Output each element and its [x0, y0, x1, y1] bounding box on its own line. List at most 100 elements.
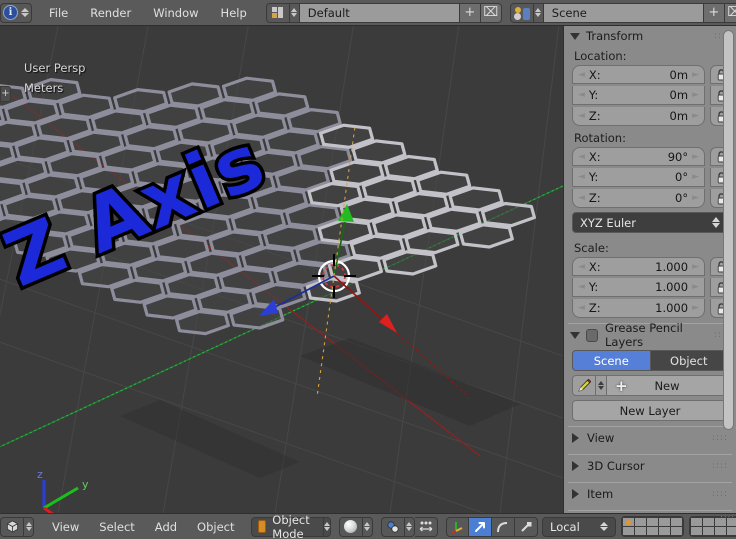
- pivot-point-icon[interactable]: [380, 516, 405, 537]
- tab-object[interactable]: Object: [650, 350, 728, 371]
- rotation-z-field[interactable]: ◄ Z: 0° ►: [572, 189, 705, 208]
- new-grease-pencil-button[interactable]: + New: [607, 375, 728, 396]
- properties-sidebar[interactable]: Transform :::: Location: ◄ X: 0m ► ◄ Y:: [563, 26, 736, 513]
- decrement-arrow-icon[interactable]: ◄: [578, 262, 585, 272]
- layer-cell-active[interactable]: [622, 518, 634, 526]
- decrement-arrow-icon[interactable]: ◄: [578, 282, 585, 292]
- expand-triangle-icon[interactable]: [572, 433, 579, 443]
- scale-x-field[interactable]: ◄ X: 1.000 ►: [572, 257, 705, 276]
- increment-arrow-icon[interactable]: ►: [692, 70, 699, 80]
- rotate-arc-icon[interactable]: [491, 516, 515, 537]
- decrement-arrow-icon[interactable]: ◄: [578, 90, 585, 100]
- menu-select[interactable]: Select: [89, 517, 144, 537]
- translate-arrow-icon[interactable]: [468, 516, 492, 537]
- layer-cell[interactable]: [670, 527, 682, 535]
- menu-render[interactable]: Render: [79, 3, 142, 23]
- pivot-spinner-icon[interactable]: [404, 516, 415, 537]
- editor-type-spinner-icon[interactable]: [24, 516, 34, 537]
- editor-type-cube-icon[interactable]: [0, 516, 24, 537]
- layer-cell[interactable]: [702, 518, 714, 526]
- pencil-icon[interactable]: [572, 375, 596, 396]
- collapse-triangle-icon[interactable]: [570, 331, 580, 339]
- blender-info-menu-button[interactable]: i: [0, 2, 32, 23]
- properties-scrollbar[interactable]: [723, 30, 734, 430]
- layer-cell[interactable]: [658, 527, 670, 535]
- screen-layout-spinner-icon[interactable]: [289, 2, 300, 23]
- 3d-cursor-panel-header[interactable]: 3D Cursor ::::: [564, 455, 736, 477]
- rotation-x-field[interactable]: ◄ X: 90° ►: [572, 147, 705, 166]
- datablock-spinner-icon[interactable]: [596, 375, 607, 396]
- decrement-arrow-icon[interactable]: ◄: [578, 152, 585, 162]
- increment-arrow-icon[interactable]: ►: [692, 152, 699, 162]
- grease-pencil-checkbox[interactable]: [586, 328, 599, 342]
- decrement-arrow-icon[interactable]: ◄: [578, 70, 585, 80]
- menu-help[interactable]: Help: [210, 3, 258, 23]
- scene-name[interactable]: Scene: [543, 2, 704, 23]
- decrement-arrow-icon[interactable]: ◄: [578, 193, 585, 203]
- layer-cell[interactable]: [670, 518, 682, 526]
- screen-layout-name[interactable]: Default: [299, 2, 460, 23]
- shading-sphere-icon[interactable]: [338, 516, 363, 537]
- grease-pencil-panel-header[interactable]: Grease Pencil Layers ::::: [564, 321, 736, 349]
- add-scene-button[interactable]: +: [703, 2, 725, 23]
- menu-view[interactable]: View: [42, 517, 89, 537]
- decrement-arrow-icon[interactable]: ◄: [578, 111, 585, 121]
- menu-file[interactable]: File: [38, 3, 79, 23]
- layer-cell[interactable]: [646, 527, 658, 535]
- decrement-arrow-icon[interactable]: ◄: [578, 172, 585, 182]
- delete-scene-button[interactable]: ⌧: [724, 2, 736, 23]
- layer-cell[interactable]: [646, 518, 658, 526]
- proportional-edit-icon[interactable]: [414, 516, 438, 537]
- shading-spinner-icon[interactable]: [362, 516, 373, 537]
- location-y-field[interactable]: ◄ Y: 0m ►: [572, 86, 705, 105]
- rotation-mode-dropdown[interactable]: XYZ Euler: [572, 212, 728, 233]
- pivot-point-selector[interactable]: [380, 516, 438, 537]
- scene-spinner-icon[interactable]: [533, 2, 544, 23]
- toolshelf-toggle-icon[interactable]: +: [0, 86, 11, 102]
- layer-cell[interactable]: [634, 527, 646, 535]
- layer-grid-group-1[interactable]: [620, 516, 684, 537]
- layer-cell[interactable]: [634, 518, 646, 526]
- expand-triangle-icon[interactable]: [572, 489, 579, 499]
- translate-axis-icon[interactable]: [445, 516, 469, 537]
- add-screen-layout-button[interactable]: +: [459, 2, 481, 23]
- transform-panel-header[interactable]: Transform ::::: [564, 26, 736, 46]
- item-panel-header[interactable]: Item ::::: [564, 483, 736, 505]
- mode-value[interactable]: Object Mode: [250, 513, 324, 539]
- scale-z-field[interactable]: ◄ Z: 1.000 ►: [572, 299, 705, 318]
- scale-handle-icon[interactable]: [514, 516, 538, 537]
- decrement-arrow-icon[interactable]: ◄: [578, 303, 585, 313]
- screen-layout-icon[interactable]: [265, 2, 290, 23]
- transform-orientation-selector[interactable]: Local: [541, 516, 616, 537]
- layer-cell[interactable]: [690, 527, 702, 535]
- layer-cell[interactable]: [714, 527, 726, 535]
- layer-cell[interactable]: [702, 527, 714, 535]
- increment-arrow-icon[interactable]: ►: [692, 303, 699, 313]
- layer-cell[interactable]: [726, 527, 736, 535]
- increment-arrow-icon[interactable]: ►: [692, 172, 699, 182]
- increment-arrow-icon[interactable]: ►: [692, 90, 699, 100]
- viewport-shading-selector[interactable]: [338, 516, 373, 537]
- expand-triangle-icon[interactable]: [572, 461, 579, 471]
- increment-arrow-icon[interactable]: ►: [692, 111, 699, 121]
- layer-cell[interactable]: [690, 518, 702, 526]
- view-panel-header[interactable]: View ::::: [564, 427, 736, 449]
- tab-scene[interactable]: Scene: [572, 350, 651, 371]
- 3d-viewport[interactable]: + User Persp Meters (1) Empty Z Axis z y…: [0, 26, 563, 513]
- editor-type-spinner-icon[interactable]: [20, 8, 29, 17]
- menu-window[interactable]: Window: [142, 3, 209, 23]
- scale-y-field[interactable]: ◄ Y: 1.000 ►: [572, 278, 705, 297]
- mode-spinner-icon[interactable]: [323, 516, 331, 537]
- window-resize-grip-icon[interactable]: ::::: [720, 514, 735, 522]
- interaction-mode-selector[interactable]: Object Mode: [250, 513, 331, 539]
- increment-arrow-icon[interactable]: ►: [692, 282, 699, 292]
- new-layer-button[interactable]: New Layer: [572, 400, 728, 421]
- menu-object[interactable]: Object: [187, 517, 244, 537]
- collapse-triangle-icon[interactable]: [570, 32, 580, 40]
- layer-cell[interactable]: [622, 527, 634, 535]
- rotation-y-field[interactable]: ◄ Y: 0° ►: [572, 168, 705, 187]
- menu-add[interactable]: Add: [145, 517, 187, 537]
- increment-arrow-icon[interactable]: ►: [692, 262, 699, 272]
- location-z-field[interactable]: ◄ Z: 0m ►: [572, 107, 705, 126]
- delete-screen-layout-button[interactable]: ⌧: [480, 2, 502, 23]
